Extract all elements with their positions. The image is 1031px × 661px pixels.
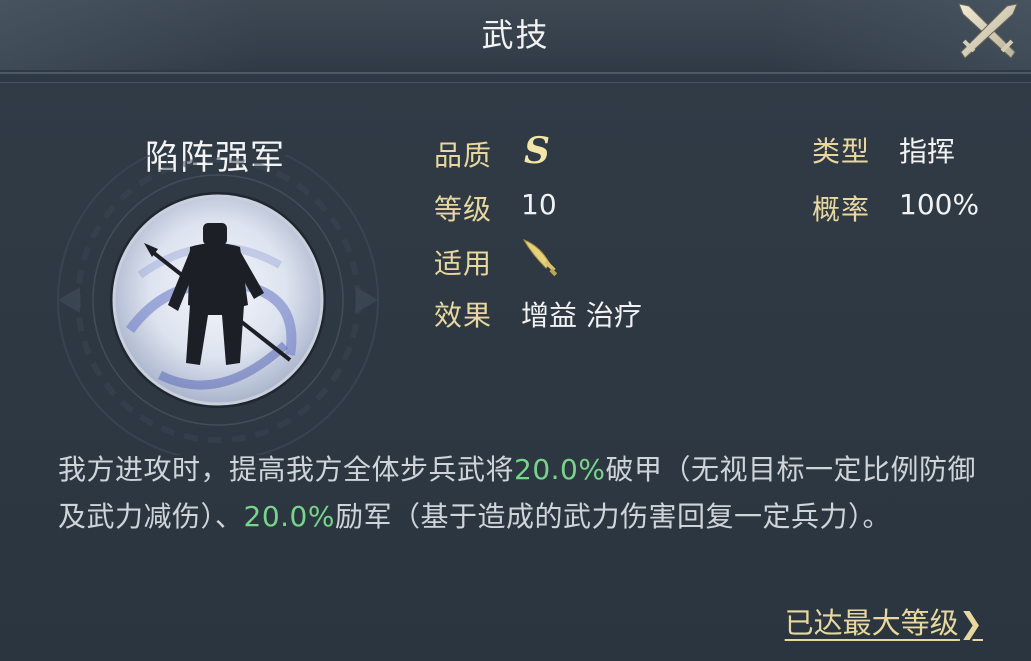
armored-spearman-portrait	[57, 139, 379, 461]
effect-value: 增益 治疗	[521, 299, 642, 332]
skill-description: 我方进攻时，提高我方全体步兵武将20.0%破甲（无视目标一定比例防御及武力减伤）…	[58, 446, 978, 540]
quality-label: 品质	[434, 139, 493, 172]
level-value: 10	[521, 188, 557, 221]
max-level-link[interactable]: 已达最大等级❯	[785, 600, 983, 642]
close-crossed-swords-icon	[958, 3, 1018, 59]
chevron-right-icon: ❯	[958, 606, 983, 640]
description-text-3: 励军（基于造成的武力伤害回复一定兵力）。	[334, 500, 891, 533]
type-value: 指挥	[899, 135, 956, 168]
applies-label: 适用	[434, 247, 493, 280]
page-title: 武技	[481, 16, 550, 54]
chance-value: 100%	[899, 188, 980, 221]
skill-portrait	[40, 139, 400, 461]
chance-label: 概率	[812, 193, 871, 226]
level-label: 等级	[434, 193, 493, 226]
title-bar: 武技	[0, 0, 1031, 74]
effect-label: 效果	[434, 299, 493, 332]
close-button[interactable]	[955, 0, 1021, 66]
sword-icon	[520, 236, 560, 282]
description-value-1: 20.0%	[514, 453, 606, 486]
description-value-2: 20.0%	[243, 500, 335, 533]
quality-value: S	[524, 130, 550, 172]
type-label: 类型	[812, 135, 871, 168]
description-text-1: 我方进攻时，提高我方全体步兵武将	[58, 453, 515, 486]
max-level-label: 已达最大等级	[784, 606, 959, 640]
